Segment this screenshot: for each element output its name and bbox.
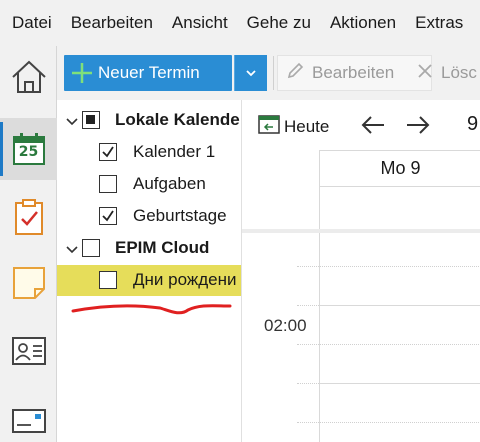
close-icon [417,63,441,84]
half-hour-line [320,344,480,345]
half-hour-line [320,266,480,267]
tree-item-label: Kalender 1 [133,142,216,161]
menu-aktionen[interactable]: Aktionen [330,13,396,33]
gutter-half-hour-line [297,344,319,345]
plus-icon [64,55,100,91]
next-arrow-icon[interactable] [405,114,431,141]
toolbar-separator [273,56,274,90]
day-header-label: Mo 9 [380,158,421,178]
tree-item-geburtstage[interactable]: Geburtstage [57,201,241,232]
red-annotation-underline [71,304,232,315]
tree-group-local[interactable]: Lokale Kalende [57,105,241,136]
tree-item-label: Aufgaben [133,174,206,193]
new-appointment-label: Neuer Termin [98,63,200,82]
item-checkbox[interactable] [99,175,117,193]
calendar-tree: Lokale Kalende Kalender 1 Aufgaben Gebur… [57,100,241,442]
tree-item-label: Дни рождени [133,270,237,289]
time-grid[interactable]: 02:00 [242,233,480,442]
today-button[interactable]: Heute [258,113,329,140]
group-checkbox[interactable] [82,239,100,257]
calendar-toolbar: Heute 9 [242,100,480,150]
contact-card-icon [11,336,47,371]
calendar-day-view: Heute 9 Mo 9 02:00 [241,100,480,442]
nav-contacts[interactable] [0,322,57,384]
edit-label: Bearbeiten [312,63,395,82]
calendar-day-number: 25 [18,144,39,160]
app-window: Datei Bearbeiten Ansicht Gehe zu Aktione… [0,0,480,442]
menu-datei[interactable]: Datei [12,13,52,33]
half-hour-line [320,422,480,423]
tree-item-kalender-1[interactable]: Kalender 1 [57,137,241,168]
item-checkbox[interactable] [99,271,117,289]
toolbar: Neuer Termin Bearbeiten Lösc [57,46,480,100]
menu-bearbeiten[interactable]: Bearbeiten [71,13,153,33]
new-appointment-dropdown[interactable] [234,55,267,91]
nav-tasks[interactable] [0,188,57,250]
nav-notes[interactable] [0,254,57,316]
tree-group-cloud[interactable]: EPIM Cloud [57,233,241,264]
delete-label: Lösc [441,63,477,82]
gutter-half-hour-line [297,266,319,267]
hour-line [320,383,480,384]
allday-cell[interactable] [319,187,480,229]
sticky-note-icon [11,265,47,306]
gutter-hour-line [297,383,319,384]
nav-calendar[interactable]: 25 [0,118,57,180]
date-range-title: 9 [467,113,479,135]
calendar-icon: 25 [12,132,46,166]
time-grid-column-line [319,233,320,442]
time-label: 02:00 [264,316,307,335]
tree-item-label: Geburtstage [133,206,227,225]
pencil-icon [286,62,312,85]
today-label: Heute [284,116,330,136]
previous-arrow-icon[interactable] [360,114,386,141]
menu-ansicht[interactable]: Ansicht [172,13,228,33]
new-appointment-button[interactable]: Neuer Termin [64,55,232,91]
hour-line [320,305,480,306]
envelope-icon [11,408,47,439]
item-checkbox[interactable] [99,207,117,225]
module-nav: 25 [0,46,57,442]
chevron-down-icon[interactable] [65,242,79,256]
nav-home[interactable] [0,48,57,110]
nav-mail[interactable] [0,392,57,442]
menu-gehe-zu[interactable]: Gehe zu [247,13,311,33]
clipboard-check-icon [12,198,46,241]
tree-item-aufgaben[interactable]: Aufgaben [57,169,241,200]
allday-gutter [242,187,319,229]
tree-group-label: Lokale Kalende [115,110,240,129]
home-icon [10,59,48,100]
chevron-down-icon [245,64,257,82]
chevron-down-icon[interactable] [65,114,79,128]
gutter-hour-line [297,305,319,306]
group-checkbox[interactable] [82,111,100,129]
tree-item-dni-rozhdeniya[interactable]: Дни рождени [57,265,241,296]
today-icon [258,113,284,140]
menu-bar: Datei Bearbeiten Ansicht Gehe zu Aktione… [0,0,480,46]
menu-extras[interactable]: Extras [415,13,463,33]
delete-button[interactable]: Lösc [409,55,480,91]
gutter-half-hour-line [297,422,319,423]
item-checkbox[interactable] [99,143,117,161]
day-column-header[interactable]: Mo 9 [319,150,480,187]
tree-group-label: EPIM Cloud [115,238,210,257]
